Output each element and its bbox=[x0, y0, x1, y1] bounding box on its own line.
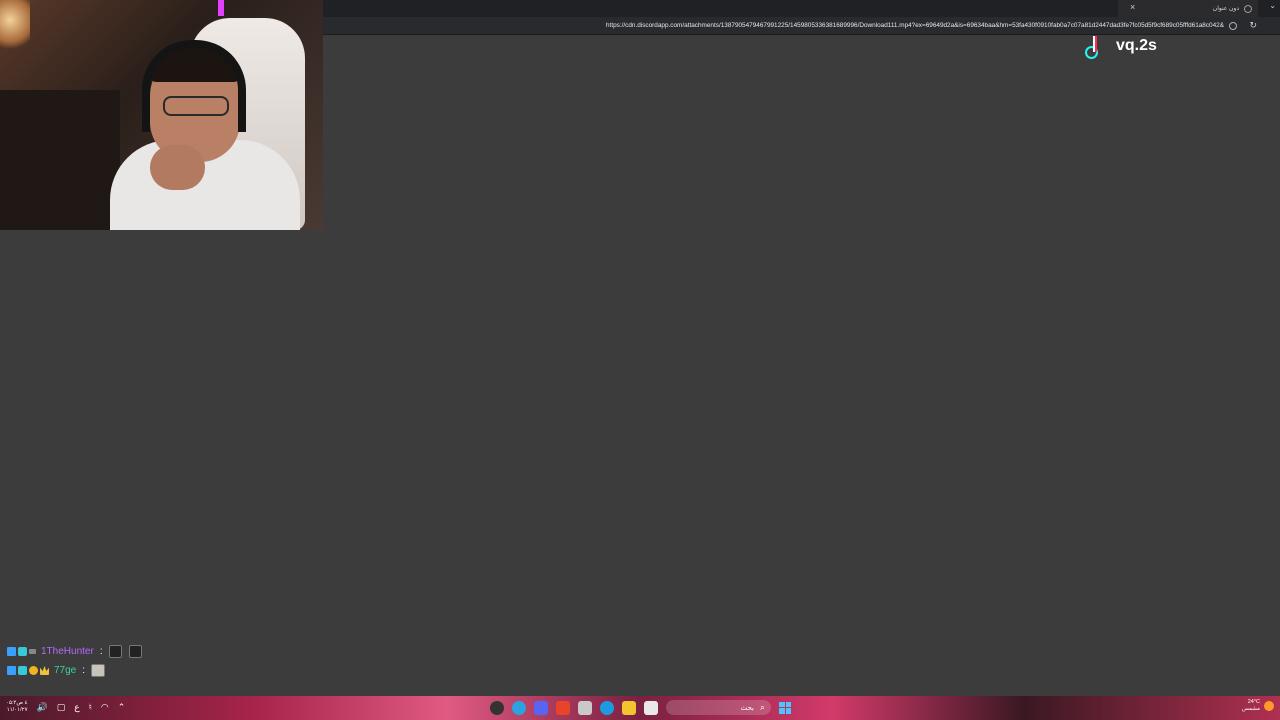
file-explorer-app-icon[interactable] bbox=[622, 700, 636, 715]
globe-icon bbox=[1244, 4, 1252, 13]
search-icon: ⌕ bbox=[759, 702, 765, 712]
neon-light-shape bbox=[218, 0, 224, 16]
chat-message: 77ge : bbox=[7, 661, 147, 680]
tiktok-watermark: vq.2s bbox=[1082, 34, 1157, 59]
emote-icon bbox=[128, 645, 142, 658]
tiktok-icon bbox=[1082, 34, 1102, 59]
lamp-shape bbox=[0, 0, 30, 50]
weather-temperature: 24°C bbox=[1247, 699, 1260, 705]
glasses-shape bbox=[163, 96, 229, 116]
shelf-shape bbox=[0, 90, 120, 230]
sun-icon bbox=[1264, 701, 1274, 711]
notepad-app-icon[interactable] bbox=[644, 700, 658, 715]
webcam-overlay bbox=[0, 0, 323, 230]
tab-menu-chevron-icon[interactable]: ⌄ bbox=[1269, 1, 1276, 10]
headset-shape bbox=[142, 40, 246, 132]
microphone-icon[interactable]: ♮ bbox=[89, 702, 92, 713]
windows-start-icon[interactable] bbox=[779, 701, 791, 714]
snipping-tool-app-icon[interactable] bbox=[578, 700, 592, 715]
url-field[interactable]: https://cdn.discordapp.com/attachments/1… bbox=[606, 22, 1224, 29]
subscriber-badge-icon bbox=[29, 649, 36, 654]
brave-app-icon[interactable] bbox=[556, 700, 570, 715]
emote-icon bbox=[108, 645, 122, 658]
tab-title: دون عنوان bbox=[1212, 6, 1239, 12]
chat-message: 1TheHunter : bbox=[7, 642, 147, 661]
language-icon[interactable]: ع bbox=[74, 702, 79, 713]
taskbar-apps: بحث ⌕ bbox=[490, 700, 791, 715]
chat-username: 77ge bbox=[54, 665, 77, 676]
chat-separator: : bbox=[82, 665, 86, 676]
moderator-badge-icon bbox=[7, 647, 16, 656]
network-icon[interactable]: ◠ bbox=[101, 702, 109, 713]
taskbar: ۰۵:۲٤ ص ۱۱/۰۱/۲۷ 🔊 ▢ ع ♮ ◠ ⌃ بحث ⌕ 24°C … bbox=[0, 696, 1280, 720]
clock-date: ۱۱/۰۱/۲۷ bbox=[6, 707, 28, 713]
moderator-badge-icon bbox=[7, 666, 16, 675]
obs-app-icon[interactable] bbox=[490, 700, 504, 715]
reload-icon[interactable]: ↻ bbox=[1249, 20, 1257, 31]
site-info-icon[interactable] bbox=[1229, 22, 1237, 30]
edge-app-icon[interactable] bbox=[600, 700, 614, 715]
close-tab-icon[interactable]: × bbox=[1130, 2, 1135, 12]
watermark-handle: vq.2s bbox=[1116, 37, 1157, 54]
chat-overlay: 1TheHunter : 77ge : bbox=[7, 642, 147, 680]
crown-badge-icon bbox=[40, 666, 49, 675]
clock[interactable]: ۰۵:۲٤ ص ۱۱/۰۱/۲۷ bbox=[6, 700, 28, 714]
discord-app-icon[interactable] bbox=[534, 700, 548, 715]
browser-tab[interactable]: × دون عنوان bbox=[1118, 0, 1258, 17]
gift-badge-icon bbox=[29, 666, 38, 675]
weather-widget[interactable]: 24°C مشمس bbox=[1242, 699, 1274, 713]
search-placeholder: بحث bbox=[740, 704, 754, 712]
emote-icon bbox=[91, 664, 106, 677]
weather-status: مشمس bbox=[1241, 706, 1260, 712]
taskbar-search[interactable]: بحث ⌕ bbox=[666, 700, 771, 715]
volume-icon[interactable]: 🔊 bbox=[37, 702, 48, 713]
chat-separator: : bbox=[99, 646, 103, 657]
chat-username: 1TheHunter bbox=[41, 646, 94, 657]
telegram-app-icon[interactable] bbox=[512, 700, 526, 715]
chevron-up-icon[interactable]: ⌃ bbox=[118, 702, 126, 713]
notification-icon[interactable]: ▢ bbox=[57, 702, 66, 713]
clock-time: ۰۵:۲٤ ص bbox=[6, 700, 28, 706]
verified-badge-icon bbox=[18, 666, 27, 675]
hand-shape bbox=[150, 145, 205, 190]
verified-badge-icon bbox=[18, 647, 27, 656]
system-tray: ۰۵:۲٤ ص ۱۱/۰۱/۲۷ 🔊 ▢ ع ♮ ◠ ⌃ bbox=[6, 700, 125, 714]
